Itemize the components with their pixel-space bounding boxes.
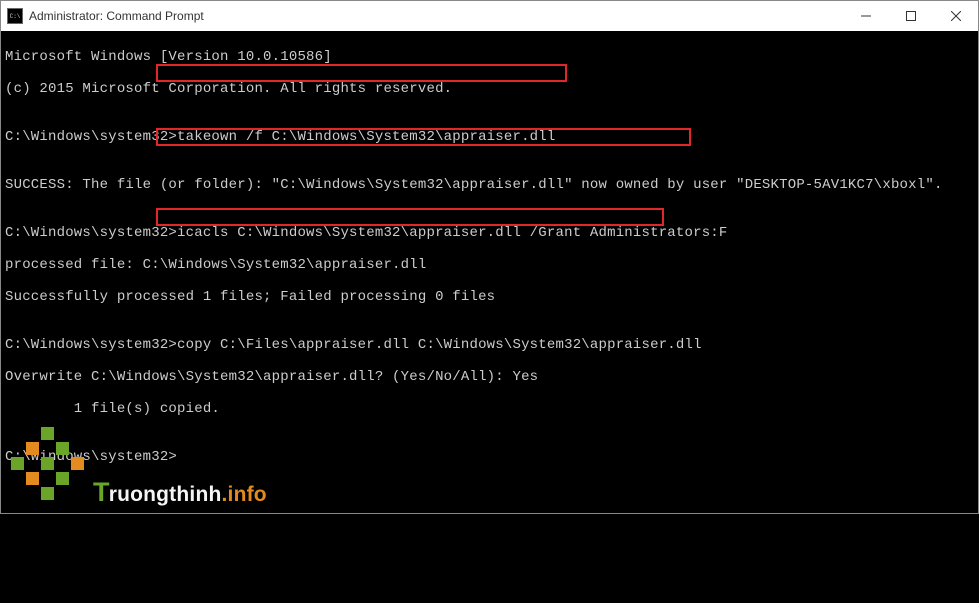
terminal-line: C:\Windows\system32>icacls C:\Windows\Sy… (5, 225, 974, 241)
maximize-button[interactable] (888, 1, 933, 31)
highlight-box-copy (156, 208, 664, 226)
terminal-line: Successfully processed 1 files; Failed p… (5, 289, 974, 305)
terminal-line: C:\Windows\system32>takeown /f C:\Window… (5, 129, 974, 145)
window-title: Administrator: Command Prompt (29, 9, 204, 23)
terminal-line: C:\Windows\system32> (5, 449, 974, 465)
watermark: T ruongthinh .info (11, 427, 267, 505)
terminal-line: Microsoft Windows [Version 10.0.10586] (5, 49, 974, 65)
watermark-text: T ruongthinh .info (93, 484, 267, 503)
window-titlebar[interactable]: Administrator: Command Prompt (1, 1, 978, 31)
terminal-line: 1 file(s) copied. (5, 401, 974, 417)
watermark-letter-t: T (93, 484, 110, 500)
terminal-line: processed file: C:\Windows\System32\appr… (5, 257, 974, 273)
watermark-domain: .info (222, 487, 267, 503)
terminal-line: (c) 2015 Microsoft Corporation. All righ… (5, 81, 974, 97)
minimize-button[interactable] (843, 1, 888, 31)
watermark-logo-icon (11, 427, 89, 505)
cmd-icon (7, 8, 23, 24)
terminal-line: C:\Windows\system32>copy C:\Files\apprai… (5, 337, 974, 353)
terminal-line: Overwrite C:\Windows\System32\appraiser.… (5, 369, 974, 385)
window-controls (843, 1, 978, 31)
terminal-output[interactable]: Microsoft Windows [Version 10.0.10586] (… (1, 31, 978, 513)
watermark-name: ruongthinh (109, 487, 222, 503)
terminal-line: SUCCESS: The file (or folder): "C:\Windo… (5, 177, 974, 193)
close-button[interactable] (933, 1, 978, 31)
highlight-box-takeown (156, 64, 567, 82)
